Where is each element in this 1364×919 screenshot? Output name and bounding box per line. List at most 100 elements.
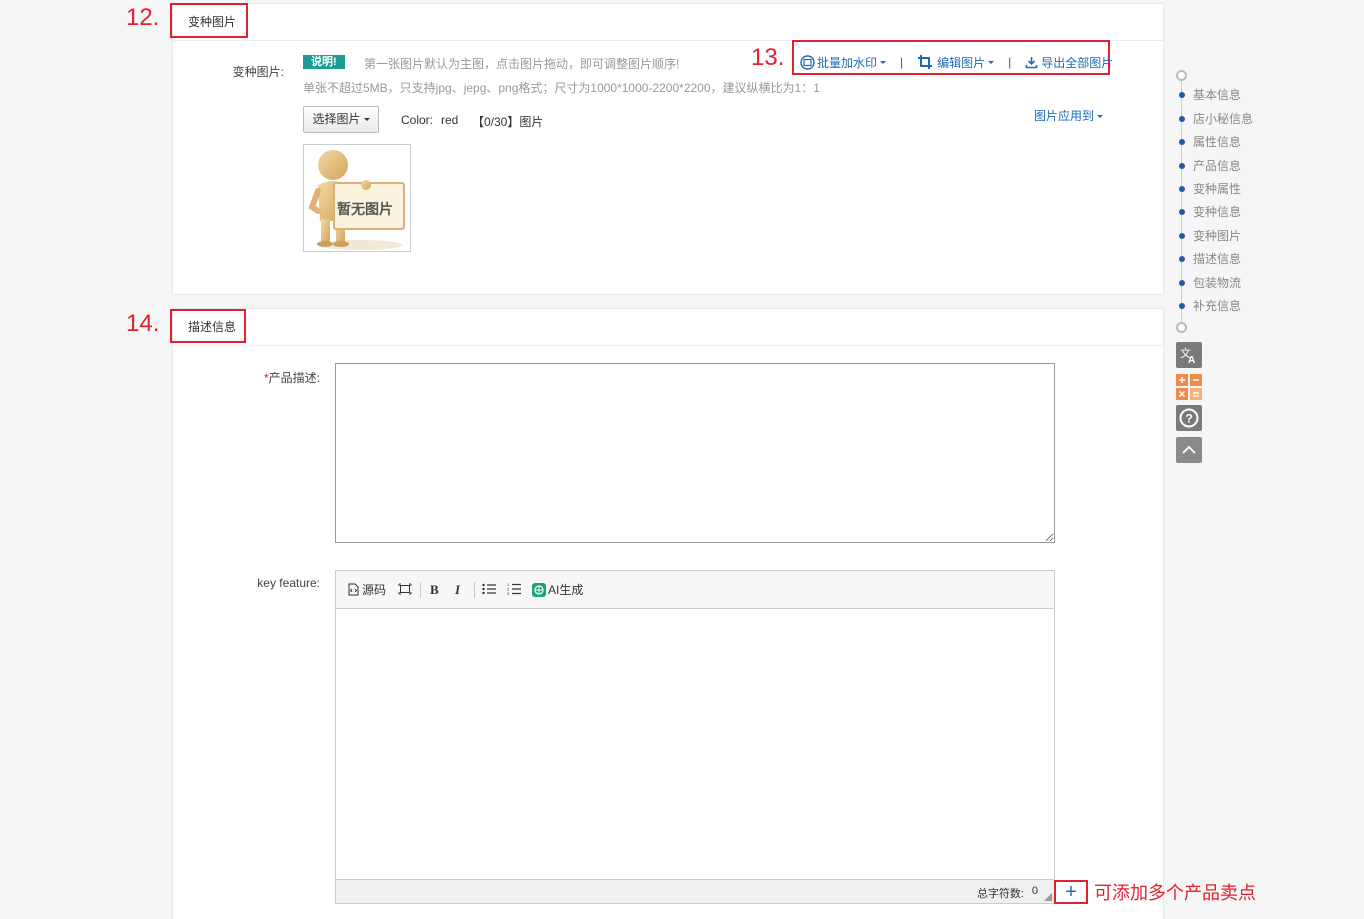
chevron-down-icon <box>988 60 995 64</box>
nav-item-label: 包装物流 <box>1193 276 1242 290</box>
no-image-placeholder[interactable]: 暂无图片 <box>303 144 411 252</box>
source-code-button[interactable]: 源码 <box>348 581 386 599</box>
help-button[interactable]: ? <box>1176 405 1202 431</box>
nav-item-label: 变种图片 <box>1193 229 1242 243</box>
nav-dot <box>1179 92 1185 98</box>
chevron-down-icon <box>1097 115 1104 119</box>
download-icon <box>1025 56 1038 68</box>
nav-dot <box>1179 163 1185 169</box>
nav-item-description[interactable]: 描述信息 <box>1176 249 1241 269</box>
nav-item-dxm-info[interactable]: 店小秘信息 <box>1176 109 1253 129</box>
annotation-box-14 <box>170 309 246 343</box>
nav-dot <box>1179 209 1185 215</box>
nav-item-variant-attributes[interactable]: 变种属性 <box>1176 179 1241 199</box>
select-image-button[interactable]: 选择图片 <box>303 106 379 133</box>
batch-watermark-label: 批量加水印 <box>817 55 878 70</box>
key-feature-label: key feature: <box>257 576 320 590</box>
picture-icon <box>800 54 815 70</box>
batch-watermark-button[interactable]: 批量加水印 <box>800 54 887 71</box>
annotation-number-12: 12. <box>126 4 160 31</box>
numbered-list-icon: 123 <box>507 582 521 596</box>
help-icon: ? <box>1179 408 1199 428</box>
svg-text:A: A <box>1188 355 1195 366</box>
nav-item-supplementary-info[interactable]: 补充信息 <box>1176 296 1241 316</box>
back-to-top-icon <box>1182 445 1196 454</box>
nav-item-packaging-logistics[interactable]: 包装物流 <box>1176 273 1241 293</box>
nav-item-attribute-info[interactable]: 属性信息 <box>1176 132 1241 152</box>
source-code-icon <box>348 583 359 596</box>
nav-item-label: 基本信息 <box>1193 88 1242 102</box>
bold-button[interactable]: B <box>430 581 439 599</box>
editor-footer: 总字符数: 0 <box>336 879 1054 903</box>
apply-images-to-link[interactable]: 图片应用到 <box>1034 107 1104 124</box>
translate-button[interactable]: 文A <box>1176 342 1202 368</box>
annotation-number-13: 13. <box>751 44 785 71</box>
nav-item-label: 变种信息 <box>1193 205 1242 219</box>
numbered-list-button[interactable]: 123 <box>507 581 521 599</box>
svg-text:3: 3 <box>507 591 510 595</box>
add-key-feature-button[interactable]: + <box>1054 880 1088 904</box>
nav-item-label: 描述信息 <box>1193 252 1242 266</box>
fullscreen-button[interactable] <box>398 581 412 599</box>
hint-line-2: 单张不超过5MB，只支持jpg、jepg、png格式；尺寸为1000*1000-… <box>303 81 820 95</box>
ai-icon <box>532 583 546 597</box>
export-all-images-label: 导出全部图片 <box>1041 55 1114 70</box>
chevron-down-icon <box>880 60 887 64</box>
nav-item-variant-images[interactable]: 变种图片 <box>1176 226 1241 246</box>
image-toolbar: 批量加水印 | 编辑图片 | 导出全部图片 <box>800 54 1113 70</box>
crop-icon <box>918 55 933 69</box>
bullet-list-button[interactable] <box>482 581 496 599</box>
editor-content-area[interactable] <box>336 609 1054 879</box>
no-image-text: 暂无图片 <box>337 201 393 217</box>
calculator-button[interactable] <box>1176 374 1202 400</box>
nav-dot <box>1179 186 1185 192</box>
key-feature-editor: 源码 B I 123 AI生成 总字符数: 0 <box>335 570 1055 904</box>
nav-item-label: 变种属性 <box>1193 182 1242 196</box>
nav-item-label: 补充信息 <box>1193 299 1242 313</box>
nav-item-label: 产品信息 <box>1193 159 1242 173</box>
placeholder-figure-icon <box>304 145 410 251</box>
product-description-input[interactable] <box>335 363 1055 543</box>
nav-dot <box>1179 116 1185 122</box>
edit-image-label: 编辑图片 <box>937 55 986 70</box>
char-count-value: 0 <box>1031 885 1038 897</box>
hint-line-1: 第一张图片默认为主图，点击图片拖动，即可调整图片顺序! <box>364 57 680 71</box>
nav-item-basic-info[interactable]: 基本信息 <box>1176 85 1241 105</box>
toolbar-separator: | <box>900 55 904 69</box>
description-header: 描述信息 <box>173 309 1163 346</box>
translate-icon: 文A <box>1180 346 1195 366</box>
annotation-number-14: 14. <box>126 310 160 337</box>
bullet-list-icon <box>482 583 496 595</box>
calculator-icon <box>1176 374 1202 400</box>
variant-images-header: 变种图片 <box>173 4 1163 41</box>
color-value: red <box>441 113 459 127</box>
ai-generate-button[interactable]: AI生成 <box>532 581 583 599</box>
toolbar-divider <box>474 582 475 598</box>
edit-image-button[interactable]: 编辑图片 <box>917 54 995 71</box>
toolbar-divider <box>420 582 421 598</box>
notice-badge: 说明! <box>303 55 345 69</box>
export-all-images-button[interactable]: 导出全部图片 <box>1025 54 1113 71</box>
nav-end-ring <box>1176 322 1187 333</box>
svg-text:?: ? <box>1186 412 1193 426</box>
nav-dot <box>1179 303 1185 309</box>
nav-item-variant-info[interactable]: 变种信息 <box>1176 202 1241 222</box>
annotation-box-12 <box>170 3 248 38</box>
editor-toolbar: 源码 B I 123 AI生成 <box>336 571 1054 609</box>
nav-item-label: 店小秘信息 <box>1193 112 1254 126</box>
nav-dot <box>1179 233 1185 239</box>
back-to-top-button[interactable] <box>1176 437 1202 463</box>
nav-item-product-info[interactable]: 产品信息 <box>1176 156 1241 176</box>
image-count: 【0/30】图片 <box>472 115 544 129</box>
nav-dot <box>1179 256 1185 262</box>
nav-dot <box>1179 280 1185 286</box>
add-key-feature-annotation: 可添加多个产品卖点 <box>1094 883 1256 903</box>
nav-item-label: 属性信息 <box>1193 135 1242 149</box>
italic-button[interactable]: I <box>455 581 460 599</box>
product-description-label-text: 产品描述: <box>268 371 320 385</box>
source-code-label: 源码 <box>362 583 387 597</box>
select-image-label: 选择图片 <box>312 112 361 126</box>
nav-dot <box>1179 139 1185 145</box>
variant-images-label: 变种图片: <box>232 65 284 79</box>
resize-handle-icon[interactable] <box>1044 893 1052 901</box>
